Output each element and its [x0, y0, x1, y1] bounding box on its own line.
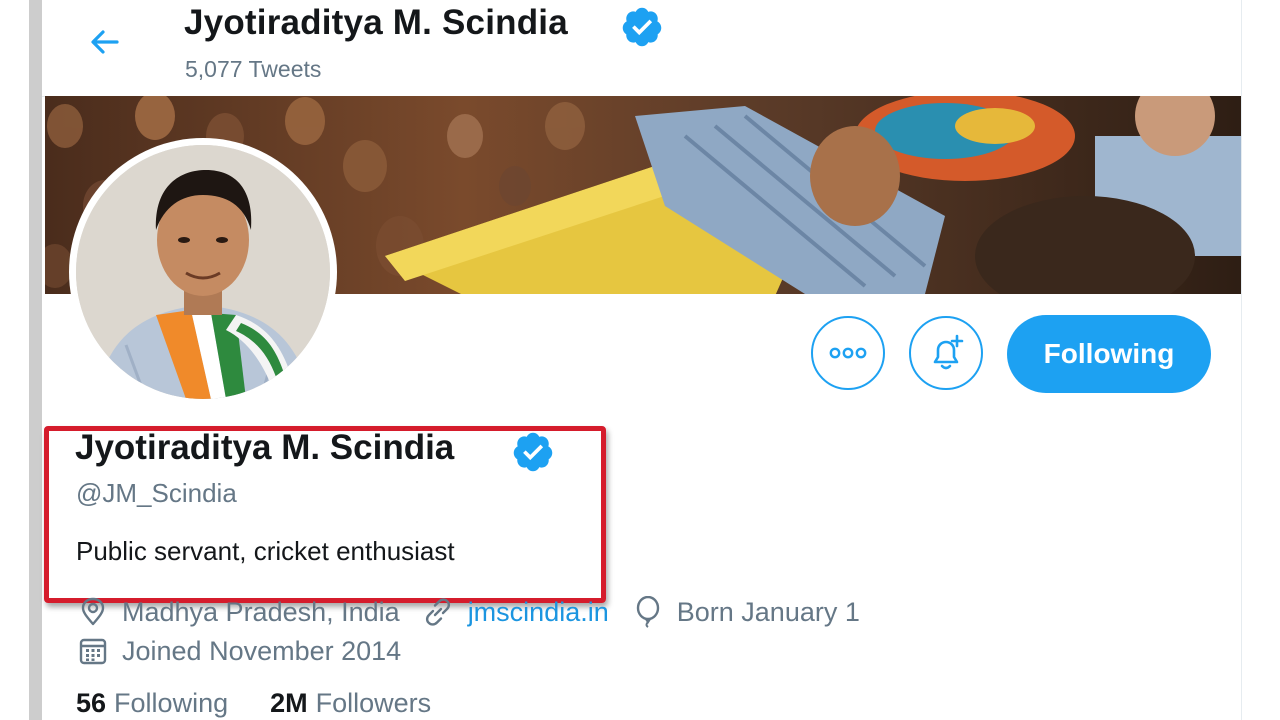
joined-text: Joined November 2014: [122, 635, 402, 666]
calendar-icon: [79, 638, 107, 665]
arrow-left-icon: [91, 30, 119, 54]
followers-count: 2M: [270, 688, 308, 718]
profile-bio: Public servant, cricket enthusiast: [76, 536, 455, 566]
profile-handle: @JM_Scindia: [76, 478, 237, 508]
notifications-button[interactable]: [909, 316, 983, 390]
birthday-text: Born January 1: [676, 596, 860, 627]
location-item: Madhya Pradesh, India: [78, 597, 400, 628]
tweet-count: 5,077 Tweets: [185, 56, 322, 82]
profile-header: Jyotiraditya M. Scindia 5,077 Tweets: [42, 0, 1241, 97]
profile-avatar[interactable]: [69, 138, 337, 406]
following-label: Following: [114, 688, 229, 718]
display-name: Jyotiraditya M. Scindia: [75, 428, 455, 467]
more-options-icon: [829, 347, 867, 359]
notification-bell-icon: [933, 334, 964, 370]
window-left-margin: [0, 0, 29, 720]
following-stat-link[interactable]: 56 Following: [76, 688, 228, 719]
balloon-icon: [636, 596, 659, 628]
verified-badge-icon: [622, 7, 662, 47]
follow-stats: 56 Following 2M Followers: [76, 688, 473, 719]
joined-item: Joined November 2014: [78, 636, 401, 667]
profile-panel: Jyotiraditya M. Scindia 5,077 Tweets Fol…: [42, 0, 1242, 720]
location-pin-icon: [81, 597, 105, 626]
followers-label: Followers: [315, 688, 432, 718]
website-link[interactable]: jmscindia.in: [468, 597, 609, 628]
more-options-button[interactable]: [811, 316, 885, 390]
window-left-scroll-rule: [29, 0, 42, 720]
followers-stat-link[interactable]: 2M Followers: [270, 688, 431, 719]
birthday-item: Born January 1: [633, 596, 860, 628]
profile-meta-row: Joined November 2014: [78, 634, 401, 668]
following-button[interactable]: Following: [1007, 315, 1211, 393]
avatar-photo: [76, 145, 330, 399]
location-text: Madhya Pradesh, India: [122, 596, 400, 627]
following-count: 56: [76, 688, 107, 718]
header-title: Jyotiraditya M. Scindia: [184, 3, 568, 42]
website-item[interactable]: jmscindia.in: [422, 596, 609, 628]
verified-badge-icon: [513, 432, 553, 472]
profile-meta-row: Madhya Pradesh, India jmscindia.in Born …: [78, 595, 860, 629]
link-icon: [425, 598, 450, 626]
back-button[interactable]: [82, 20, 126, 64]
